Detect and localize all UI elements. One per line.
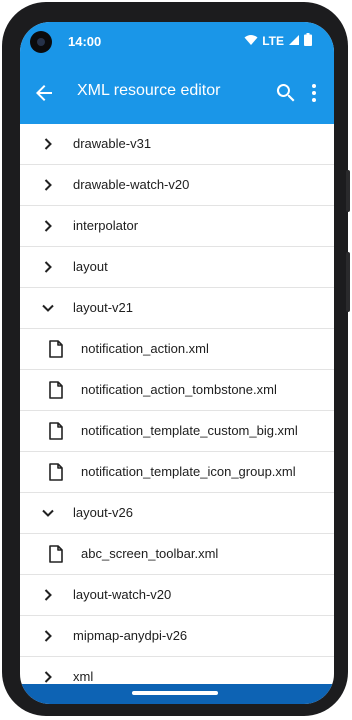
status-icons: LTE xyxy=(244,33,312,49)
file-item-notification-action[interactable]: notification_action.xml xyxy=(20,329,334,370)
status-bar: 14:00 LTE xyxy=(20,22,334,62)
app-bar: XML resource editor xyxy=(20,62,334,124)
chevron-right-icon xyxy=(40,218,56,234)
chevron-right-icon xyxy=(40,136,56,152)
list-item-label: layout-v21 xyxy=(73,300,133,315)
screen: 14:00 LTE XML resource editor drawable-v… xyxy=(20,22,334,704)
search-icon[interactable] xyxy=(274,81,298,105)
chevron-down-icon xyxy=(40,505,56,521)
file-icon xyxy=(48,381,64,399)
list-item-mipmap-anydpi-v26[interactable]: mipmap-anydpi-v26 xyxy=(20,616,334,657)
list-item-label: interpolator xyxy=(73,218,139,233)
list-item-layout-v26[interactable]: layout-v26 xyxy=(20,493,334,534)
back-arrow-icon[interactable] xyxy=(32,81,56,105)
list-item-layout-v21[interactable]: layout-v21 xyxy=(20,288,334,329)
file-item-notification-template-custom-big[interactable]: notification_template_custom_big.xml xyxy=(20,411,334,452)
wifi-icon xyxy=(244,34,258,49)
list-item-label: notification_action.xml xyxy=(81,341,209,356)
file-icon xyxy=(48,422,64,440)
file-icon xyxy=(48,545,64,563)
list-item-label: layout-v26 xyxy=(73,505,133,520)
network-type: LTE xyxy=(262,34,284,48)
list-item-drawable-watch-v20[interactable]: drawable-watch-v20 xyxy=(20,165,334,206)
list-item-label: notification_template_custom_big.xml xyxy=(81,423,298,438)
phone-frame: 14:00 LTE XML resource editor drawable-v… xyxy=(2,2,350,716)
chevron-down-icon xyxy=(40,300,56,316)
list-item-layout-watch-v20[interactable]: layout-watch-v20 xyxy=(20,575,334,616)
gesture-handle[interactable] xyxy=(132,691,218,695)
file-item-notification-template-icon-group[interactable]: notification_template_icon_group.xml xyxy=(20,452,334,493)
more-options-icon[interactable] xyxy=(302,81,326,105)
page-title: XML resource editor xyxy=(77,82,221,99)
chevron-right-icon xyxy=(40,587,56,603)
list-item-label: layout xyxy=(73,259,108,274)
chevron-right-icon xyxy=(40,177,56,193)
signal-icon xyxy=(288,34,300,49)
list-item-label: xml xyxy=(73,669,94,684)
status-time: 14:00 xyxy=(68,34,102,49)
volume-button xyxy=(346,252,350,312)
resource-tree-list: drawable-v31 drawable-watch-v20 interpol… xyxy=(20,124,334,698)
list-item-label: notification_template_icon_group.xml xyxy=(81,464,296,479)
list-item-label: drawable-v31 xyxy=(73,136,152,151)
file-item-abc-screen-toolbar[interactable]: abc_screen_toolbar.xml xyxy=(20,534,334,575)
list-item-label: drawable-watch-v20 xyxy=(73,177,190,192)
list-item-label: mipmap-anydpi-v26 xyxy=(73,628,188,643)
file-item-notification-action-tombstone[interactable]: notification_action_tombstone.xml xyxy=(20,370,334,411)
chevron-right-icon xyxy=(40,669,56,685)
list-item-drawable-v31[interactable]: drawable-v31 xyxy=(20,124,334,165)
battery-icon xyxy=(304,33,312,49)
navigation-bar xyxy=(20,684,334,704)
list-item-label: notification_action_tombstone.xml xyxy=(81,382,277,397)
chevron-right-icon xyxy=(40,628,56,644)
list-item-interpolator[interactable]: interpolator xyxy=(20,206,334,247)
power-button xyxy=(346,170,350,212)
list-item-label: abc_screen_toolbar.xml xyxy=(81,546,219,561)
list-item-label: layout-watch-v20 xyxy=(73,587,172,602)
list-item-layout[interactable]: layout xyxy=(20,247,334,288)
front-camera xyxy=(30,31,52,53)
file-icon xyxy=(48,463,64,481)
file-icon xyxy=(48,340,64,358)
chevron-right-icon xyxy=(40,259,56,275)
